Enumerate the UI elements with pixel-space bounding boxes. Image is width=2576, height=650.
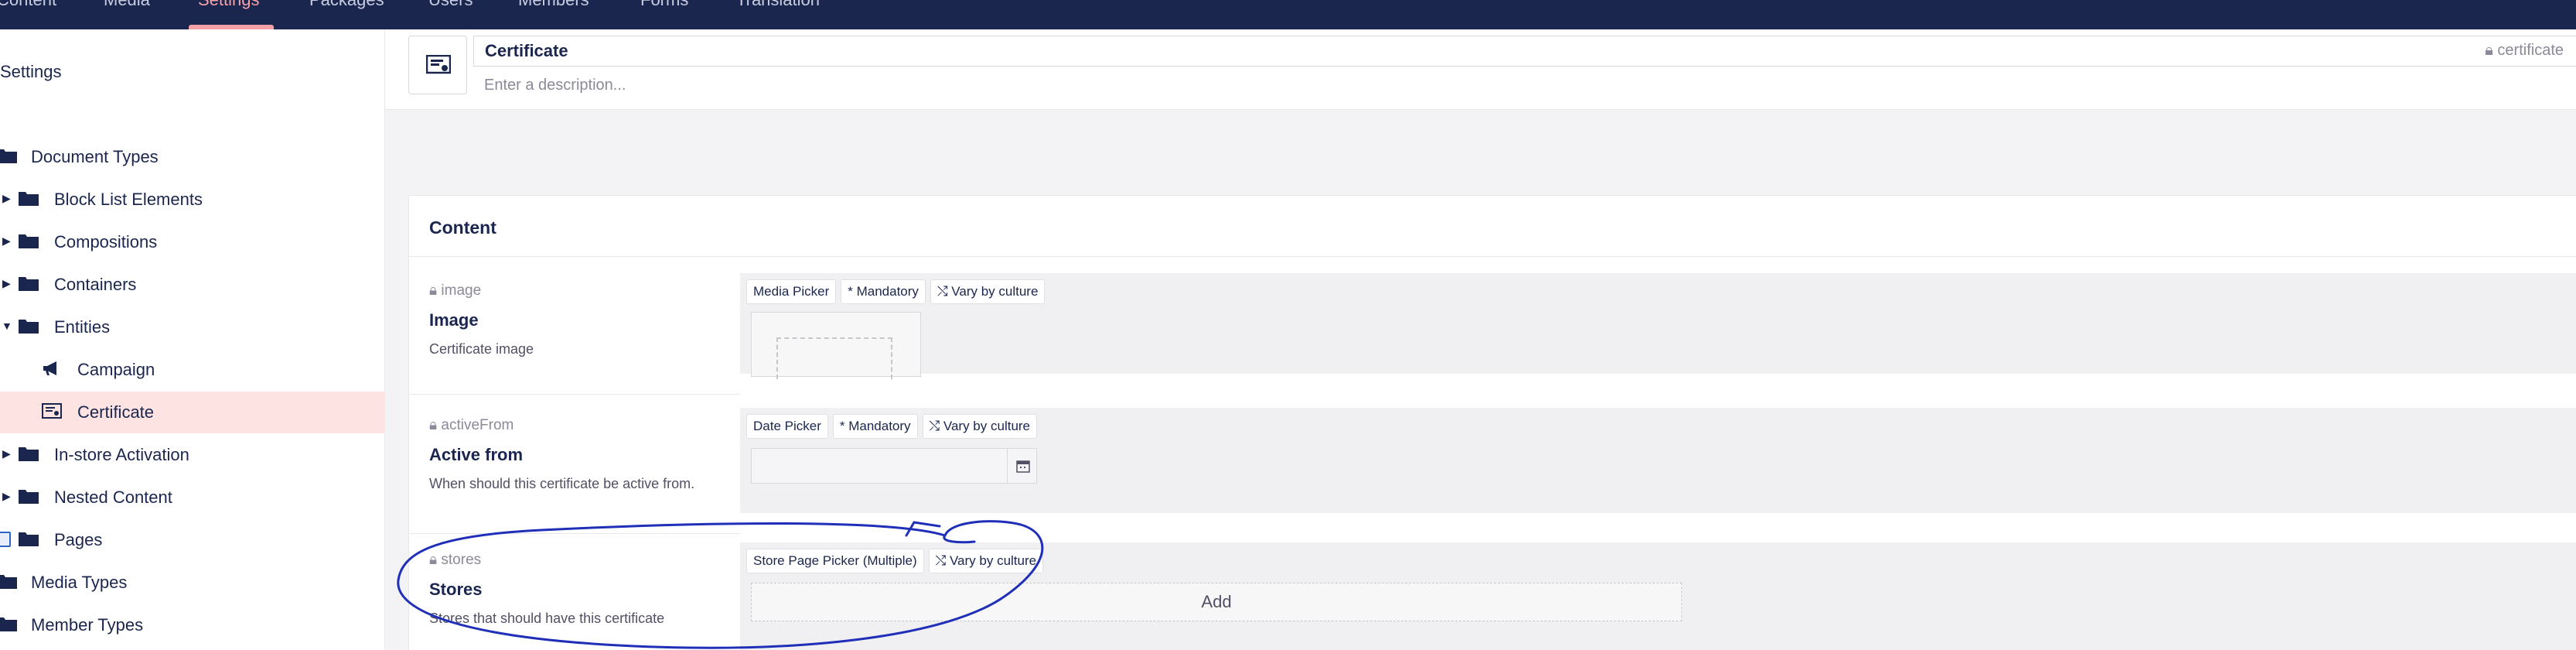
editor-type-tag: Store Page Picker (Multiple) [746,549,924,573]
caret-right-icon[interactable]: ▶ [2,234,11,248]
tree-item-in-store-activation[interactable]: ▶ In-store Activation [0,434,385,476]
tree-item-label: Media Types [31,573,128,592]
property-alias: 🔒︎ activeFrom [429,417,514,433]
vary-by-culture-tag: ⤭ Vary by culture [930,279,1046,304]
nav-item-translation[interactable]: Translation [736,0,820,9]
property-label: Stores [429,580,483,599]
date-picker-preview [751,448,1037,484]
lock-icon: 🔒︎ [429,417,438,433]
expand-toggle-icon[interactable] [0,532,11,547]
editor-header: 🔒︎ certificate [385,29,2576,110]
nav-item-packages[interactable]: Packages [309,0,384,9]
nav-item-settings[interactable]: Settings [198,0,260,9]
nav-item-media[interactable]: Media [104,0,150,9]
tree-item-label: Document Types [31,147,159,166]
folder-icon [0,575,17,589]
caret-right-icon[interactable]: ▶ [2,490,11,503]
sidebar-title: Settings [0,62,62,81]
divider [409,256,2576,257]
tree-item-containers[interactable]: ▶ Containers [0,264,385,306]
nav-item-forms[interactable]: Forms [640,0,688,9]
top-navigation: Content Media Settings Packages Users Me… [0,0,2576,29]
tree-item-nested-content[interactable]: ▶ Nested Content [0,477,385,518]
property-description: Stores that should have this certificate [429,611,665,626]
tree-item-label: Certificate [77,402,155,422]
lock-icon: 🔒︎ [2485,42,2493,59]
property-label: Image [429,310,479,330]
divider [409,394,740,395]
shuffle-icon: ⤭ [935,553,947,568]
tree-item-label: Containers [54,275,137,294]
tree-item-pages[interactable]: Pages [0,519,385,561]
property-description: When should this certificate be active f… [429,476,695,491]
divider [409,533,740,534]
certificate-icon [426,55,451,74]
property-alias: 🔒︎ image [429,282,482,299]
tree-item-block-list-elements[interactable]: ▶ Block List Elements [0,179,385,221]
tree-item-certificate[interactable]: Certificate [0,392,385,433]
folder-icon [19,277,39,291]
lock-icon: 🔒︎ [429,282,438,299]
tree-item-label: Compositions [54,232,158,251]
caret-right-icon[interactable]: ▶ [2,192,11,205]
alias-field[interactable]: 🔒︎ certificate [2485,42,2564,60]
mandatory-tag: * Mandatory [832,414,918,439]
editor-type-tag: Media Picker [746,279,837,304]
tree-item-label: In-store Activation [54,445,189,464]
folder-icon [0,618,17,631]
document-type-icon-picker[interactable] [408,36,467,94]
shuffle-icon: ⤭ [929,419,940,433]
folder-icon [19,490,39,504]
caret-right-icon[interactable]: ▶ [2,447,11,460]
folder-icon [19,447,39,461]
mandatory-tag: * Mandatory [841,279,926,304]
description-input[interactable] [473,71,2561,99]
property-editor-preview: Store Page Picker (Multiple) ⤭ Vary by c… [740,542,2576,650]
sidebar: Settings Document Types ▶ Block List Ele… [0,29,385,650]
vary-by-culture-tag: ⤭ Vary by culture [928,549,1044,573]
tree-item-member-types[interactable]: Member Types [0,604,385,646]
lock-icon: 🔒︎ [429,552,438,568]
tree-item-label: Campaign [77,360,155,379]
tree-item-label: Pages [54,530,103,549]
editor-type-tag: Date Picker [746,414,828,439]
tree-item-label: Member Types [31,615,144,635]
calendar-icon [1007,449,1038,483]
tree-item-label: Block List Elements [54,190,203,209]
tree-item-label: Entities [54,317,111,337]
caret-right-icon[interactable]: ▶ [2,277,11,290]
vary-by-culture-tag: ⤭ Vary by culture [922,414,1038,439]
folder-icon [19,320,39,334]
megaphone-icon [43,361,56,375]
folder-icon [19,532,39,546]
caret-down-icon[interactable]: ▼ [2,320,12,332]
property-description: Certificate image [429,341,534,357]
group-title: Content [429,217,496,238]
property-label: Active from [429,445,524,464]
tree-item-label: Nested Content [54,488,172,507]
property-alias: 🔒︎ stores [429,552,482,568]
nav-item-content[interactable]: Content [0,0,56,9]
alias-text: certificate [2497,42,2564,59]
nav-item-members[interactable]: Members [518,0,589,9]
media-picker-preview [751,312,921,379]
tree-item-compositions[interactable]: ▶ Compositions [0,221,385,263]
nav-item-users[interactable]: Users [428,0,473,9]
add-button[interactable]: Add [751,583,1682,621]
tree-item-entities[interactable]: ▼ Entities [0,306,385,348]
main-editor: 🔒︎ certificate Content 🔒︎ image Image Ce… [385,29,2576,650]
shuffle-icon: ⤭ [937,284,948,299]
certificate-icon [42,403,62,419]
folder-icon [19,192,39,206]
tree-item-media-types[interactable]: Media Types [0,562,385,604]
document-type-name-input[interactable] [473,36,2576,67]
folder-icon [0,149,17,163]
property-editor-preview: Media Picker * Mandatory ⤭ Vary by cultu… [740,273,2576,379]
property-editor-preview: Date Picker * Mandatory ⤭ Vary by cultur… [740,408,2576,513]
tree-item-campaign[interactable]: Campaign [0,349,385,391]
tree-item-document-types[interactable]: Document Types [0,136,385,178]
folder-icon [19,234,39,248]
content-group: Content 🔒︎ image Image Certificate image… [408,195,2576,650]
